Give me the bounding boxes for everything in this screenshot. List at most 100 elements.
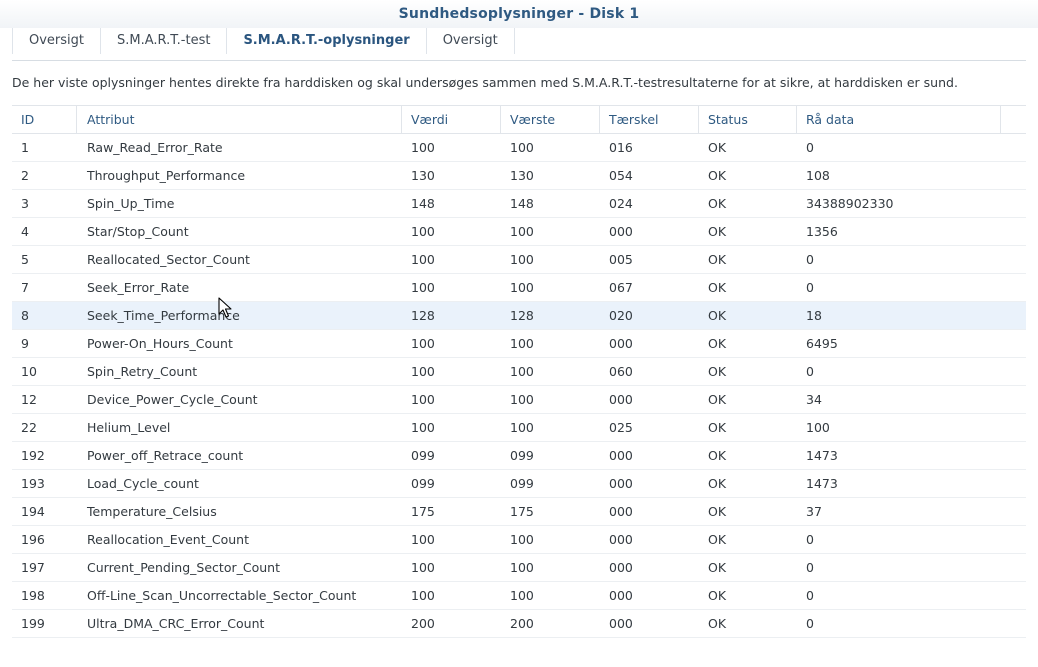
mouse-pointer-icon xyxy=(218,297,232,318)
table-row[interactable]: 197 Current_Pending_Sector_Count 100 100 000… xyxy=(12,554,1026,582)
cell-status: OK xyxy=(708,252,727,267)
table-row[interactable]: 193 Load_Cycle_count 099 099 000 OK 1473 xyxy=(12,470,1026,498)
table-row[interactable]: 9 Power-On_Hours_Count 100 100 000 OK 6495 xyxy=(12,330,1026,358)
cell-status: OK xyxy=(708,280,727,295)
cell-worst: 100 xyxy=(510,560,534,575)
cell-value: 100 xyxy=(411,532,435,547)
cell-worst: 100 xyxy=(510,588,534,603)
cell-raw-data: 18 xyxy=(806,308,822,323)
cell-status: OK xyxy=(708,196,727,211)
cell-threshold: 005 xyxy=(609,252,633,267)
table-row[interactable]: 199 Ultra_DMA_CRC_Error_Count 200 200 000 OK 0 xyxy=(12,610,1026,638)
table-row[interactable]: 3 Spin_Up_Time 148 148 024 OK 34388902330 xyxy=(12,190,1026,218)
cell-value: 175 xyxy=(411,504,435,519)
table-body: 1 Raw_Read_Error_Rate 100 100 016 OK 0 2 Through… xyxy=(12,134,1026,638)
cell-id: 198 xyxy=(21,588,45,603)
table-row[interactable]: 22 Helium_Level 100 100 025 OK 100 xyxy=(12,414,1026,442)
cell-attribute: Ultra_DMA_CRC_Error_Count xyxy=(87,616,265,631)
cell-worst: 100 xyxy=(510,224,534,239)
table-row[interactable]: 194 Temperature_Celsius 175 175 000 OK 37 xyxy=(12,498,1026,526)
column-header-raw-data[interactable]: Rå data xyxy=(797,106,1001,133)
cell-threshold: 016 xyxy=(609,140,633,155)
cell-status: OK xyxy=(708,420,727,435)
cell-raw-data: 0 xyxy=(806,280,814,295)
cell-raw-data: 34 xyxy=(806,392,822,407)
column-header-id[interactable]: ID xyxy=(12,106,77,133)
cell-status: OK xyxy=(708,448,727,463)
cell-status: OK xyxy=(708,476,727,491)
cell-id: 22 xyxy=(21,420,37,435)
smart-info-window: Sundhedsoplysninger - Disk 1 Oversigt S.… xyxy=(0,0,1038,667)
table-header-row: ID Attribut Værdi Værste Tærskel Status … xyxy=(12,105,1026,134)
cell-threshold: 054 xyxy=(609,168,633,183)
cell-value: 100 xyxy=(411,392,435,407)
table-row[interactable]: 8 Seek_Time_Performance 128 128 020 OK 18 xyxy=(12,302,1026,330)
cell-worst: 099 xyxy=(510,448,534,463)
cell-raw-data: 0 xyxy=(806,140,814,155)
cell-worst: 100 xyxy=(510,280,534,295)
column-header-attribute[interactable]: Attribut xyxy=(77,106,402,133)
cell-value: 200 xyxy=(411,616,435,631)
column-header-value[interactable]: Værdi xyxy=(402,106,501,133)
cell-id: 5 xyxy=(21,252,29,267)
tab-bar: Oversigt S.M.A.R.T.-test S.M.A.R.T.-oply… xyxy=(12,28,1026,61)
cell-raw-data: 108 xyxy=(806,168,830,183)
cell-worst: 200 xyxy=(510,616,534,631)
cell-id: 1 xyxy=(21,140,29,155)
cell-worst: 100 xyxy=(510,364,534,379)
table-row[interactable]: 12 Device_Power_Cycle_Count 100 100 000 OK 34 xyxy=(12,386,1026,414)
cell-value: 099 xyxy=(411,448,435,463)
cell-worst: 100 xyxy=(510,140,534,155)
cell-worst: 100 xyxy=(510,532,534,547)
cell-id: 10 xyxy=(21,364,37,379)
cell-raw-data: 0 xyxy=(806,532,814,547)
tab-smart-info[interactable]: S.M.A.R.T.-oplysninger xyxy=(226,28,425,54)
window-title: Sundhedsoplysninger - Disk 1 xyxy=(0,0,1038,28)
cell-attribute: Power_off_Retrace_count xyxy=(87,448,244,463)
table-row[interactable]: 1 Raw_Read_Error_Rate 100 100 016 OK 0 xyxy=(12,134,1026,162)
cell-threshold: 000 xyxy=(609,448,633,463)
cell-worst: 100 xyxy=(510,420,534,435)
cell-value: 100 xyxy=(411,224,435,239)
cell-attribute: Seek_Time_Performance xyxy=(87,308,240,323)
cell-worst: 128 xyxy=(510,308,534,323)
tab-oversigt[interactable]: Oversigt xyxy=(12,28,100,54)
description-text: De her viste oplysninger hentes direkte … xyxy=(12,75,958,90)
cell-attribute: Throughput_Performance xyxy=(87,168,246,183)
cell-attribute: Temperature_Celsius xyxy=(87,504,217,519)
table-row[interactable]: 4 Star/Stop_Count 100 100 000 OK 1356 xyxy=(12,218,1026,246)
table-row[interactable]: 196 Reallocation_Event_Count 100 100 000 OK 0 xyxy=(12,526,1026,554)
column-header-status[interactable]: Status xyxy=(699,106,797,133)
cell-threshold: 000 xyxy=(609,532,633,547)
cell-id: 9 xyxy=(21,336,29,351)
tab-oversigt-2[interactable]: Oversigt xyxy=(425,28,515,54)
cell-threshold: 020 xyxy=(609,308,633,323)
tab-smart-test[interactable]: S.M.A.R.T.-test xyxy=(100,28,226,54)
cell-id: 12 xyxy=(21,392,37,407)
table-row[interactable]: 2 Throughput_Performance 130 130 054 OK 108 xyxy=(12,162,1026,190)
table-row[interactable]: 7 Seek_Error_Rate 100 100 067 OK 0 xyxy=(12,274,1026,302)
cell-attribute: Helium_Level xyxy=(87,420,171,435)
cell-value: 100 xyxy=(411,336,435,351)
cell-attribute: Off-Line_Scan_Uncorrectable_Sector_Count xyxy=(87,588,357,603)
table-row[interactable]: 198 Off-Line_Scan_Uncorrectable_Sector_Co… xyxy=(12,582,1026,610)
column-header-worst[interactable]: Værste xyxy=(501,106,600,133)
cell-attribute: Reallocation_Event_Count xyxy=(87,532,249,547)
cell-worst: 099 xyxy=(510,476,534,491)
cell-id: 2 xyxy=(21,168,29,183)
cell-threshold: 000 xyxy=(609,588,633,603)
column-header-threshold[interactable]: Tærskel xyxy=(600,106,699,133)
cell-id: 196 xyxy=(21,532,45,547)
cell-threshold: 000 xyxy=(609,476,633,491)
table-row[interactable]: 5 Reallocated_Sector_Count 100 100 005 OK 0 xyxy=(12,246,1026,274)
cell-status: OK xyxy=(708,392,727,407)
cell-threshold: 024 xyxy=(609,196,633,211)
cell-id: 192 xyxy=(21,448,45,463)
cell-id: 7 xyxy=(21,280,29,295)
table-row[interactable]: 10 Spin_Retry_Count 100 100 060 OK 0 xyxy=(12,358,1026,386)
cell-threshold: 000 xyxy=(609,560,633,575)
cell-attribute: Current_Pending_Sector_Count xyxy=(87,560,280,575)
table-row[interactable]: 192 Power_off_Retrace_count 099 099 000 OK 147… xyxy=(12,442,1026,470)
cell-attribute: Spin_Up_Time xyxy=(87,196,175,211)
cell-threshold: 067 xyxy=(609,280,633,295)
